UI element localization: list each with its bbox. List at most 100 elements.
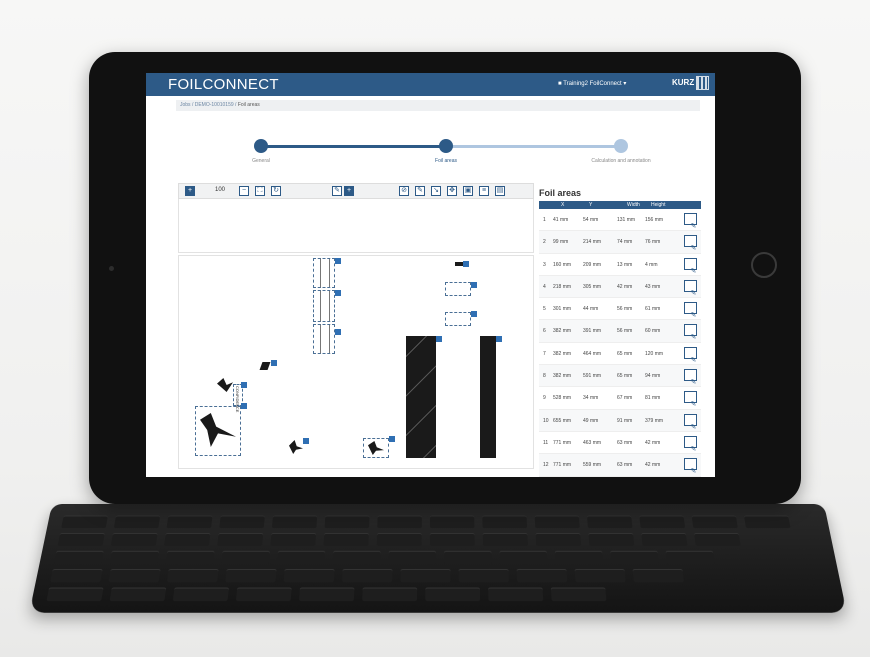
table-row: 2 99 mm 214 mm 74 mm 76 mm ✎ (539, 231, 701, 254)
area-badge[interactable] (463, 261, 469, 267)
fit-button[interactable]: ⛶ (255, 186, 265, 196)
cell-x: 382 mm (553, 350, 572, 357)
area-badge[interactable] (303, 438, 309, 444)
keyboard-key (550, 587, 607, 602)
refresh-button[interactable]: ↻ (271, 186, 281, 196)
keyboard-key (429, 532, 475, 546)
edit-row-button[interactable]: ✎ (684, 435, 697, 453)
link-icon: ⊘ (401, 187, 407, 194)
foil-area[interactable] (195, 406, 241, 456)
home-button[interactable] (751, 252, 777, 278)
step-label-calculation: Calculation and annotation (591, 158, 651, 164)
cell-n: 5 (543, 306, 546, 313)
artwork-canvas[interactable]: CONFIDENCE (178, 255, 534, 469)
artwork-strip (406, 336, 436, 458)
keyboard-key (113, 515, 161, 529)
user-menu[interactable]: ■ Training2 FoilConnect ▾ (558, 80, 626, 87)
step-dot-calculation[interactable] (614, 139, 628, 153)
keyboard-key (610, 550, 659, 564)
foil-area[interactable] (313, 290, 335, 322)
edit-row-button[interactable]: ✎ (684, 235, 697, 252)
column-header-y: Y (589, 202, 593, 208)
area-badge[interactable] (241, 382, 247, 388)
cell-y: 54 mm (583, 217, 599, 223)
breadcrumb-current: Foil areas (237, 102, 260, 108)
step-dot-foil-areas[interactable] (439, 139, 453, 153)
edit-row-button[interactable]: ✎ (684, 413, 697, 431)
brand-logo[interactable]: FOILCONNECT (168, 76, 279, 93)
area-badge[interactable] (271, 360, 277, 366)
canvas-header-area (178, 199, 534, 253)
cell-w: 67 mm (617, 395, 633, 402)
area-badge[interactable] (496, 336, 502, 342)
canvas-toolbar: + 100 − ⛶ ↻ ✎ + ⊘ ✎ ↘ ✥ ▣ ≡ ▤ (178, 183, 534, 199)
artwork-strip (480, 336, 496, 458)
cell-y: 209 mm (583, 261, 602, 268)
table-row: 9 528 mm 34 mm 67 mm 81 mm ✎ (539, 387, 701, 410)
link-button[interactable]: ⊘ (399, 186, 409, 196)
edit-row-button[interactable]: ✎ (684, 346, 697, 364)
layers-icon: ≡ (481, 187, 487, 194)
foil-areas-title: Foil areas (539, 188, 582, 198)
edit-row-button[interactable]: ✎ (684, 257, 697, 275)
cell-x: 218 mm (553, 283, 572, 290)
cell-h: 60 mm (645, 328, 661, 335)
zoom-out-button[interactable]: − (239, 186, 249, 196)
image-icon: ▣ (464, 187, 472, 194)
keyboard-key (586, 515, 633, 529)
image-button[interactable]: ▣ (463, 186, 473, 196)
edit-row-button[interactable]: ✎ (684, 279, 697, 297)
area-badge[interactable] (335, 258, 341, 264)
draw-button[interactable]: ✎ (332, 186, 342, 196)
edit-row-button[interactable]: ✎ (684, 391, 697, 408)
edit-row-button[interactable]: ✎ (684, 458, 697, 475)
keyboard-key (172, 587, 229, 602)
foil-area[interactable] (363, 438, 389, 458)
foil-areas-table: X Y Width Height 1 41 mm 54 mm 131 mm 156 mm… (539, 201, 701, 477)
edit-row-button[interactable]: ✎ (684, 324, 697, 341)
document-button[interactable]: ▤ (495, 186, 505, 196)
cell-w: 63 mm (617, 462, 633, 469)
progress-line-pending (446, 145, 621, 148)
table-row: 1 41 mm 54 mm 131 mm 156 mm ✎ (539, 209, 701, 232)
plus-icon: + (187, 187, 193, 194)
area-badge[interactable] (471, 311, 477, 317)
cell-n: 3 (543, 261, 546, 268)
cell-x: 99 mm (553, 239, 569, 246)
keyboard-key (458, 568, 509, 583)
keyboard-key (342, 568, 393, 583)
foil-area[interactable] (313, 324, 335, 354)
area-badge[interactable] (436, 336, 442, 342)
cursor-icon: ↘ (433, 187, 439, 194)
breadcrumb-job-id[interactable]: DEMO-10010159 (195, 102, 234, 108)
move-button[interactable]: ✥ (447, 186, 457, 196)
foil-area[interactable] (313, 258, 335, 288)
progress-stepper: General Foil areas Calculation and annot… (146, 133, 715, 164)
cell-w: 131 mm (617, 217, 636, 223)
cell-x: 771 mm (553, 439, 572, 446)
area-badge[interactable] (241, 403, 247, 409)
keyboard-key (388, 550, 436, 564)
add-area-button[interactable]: + (344, 186, 354, 196)
breadcrumb: Jobs / DEMO-10010159 / Foil areas (176, 100, 700, 111)
area-badge[interactable] (335, 290, 341, 296)
zoom-in-button[interactable]: + (185, 186, 195, 196)
edit-row-button[interactable]: ✎ (684, 213, 697, 230)
cell-n: 1 (543, 217, 546, 223)
foil-area[interactable] (445, 312, 471, 326)
layers-button[interactable]: ≡ (479, 186, 489, 196)
step-dot-general[interactable] (254, 139, 268, 153)
column-header-height: Height (651, 202, 666, 208)
edit-row-button[interactable]: ✎ (684, 369, 697, 386)
foil-area[interactable] (445, 282, 471, 296)
breadcrumb-jobs[interactable]: Jobs (180, 102, 191, 108)
edit-tool-button[interactable]: ✎ (415, 186, 425, 196)
zoom-value[interactable]: 100 (215, 187, 225, 193)
area-badge[interactable] (335, 329, 341, 335)
area-badge[interactable] (389, 436, 395, 442)
area-badge[interactable] (471, 282, 477, 288)
keyboard-key (299, 587, 355, 602)
cursor-button[interactable]: ↘ (431, 186, 441, 196)
edit-row-button[interactable]: ✎ (684, 302, 697, 319)
keyboard-key (516, 568, 568, 583)
